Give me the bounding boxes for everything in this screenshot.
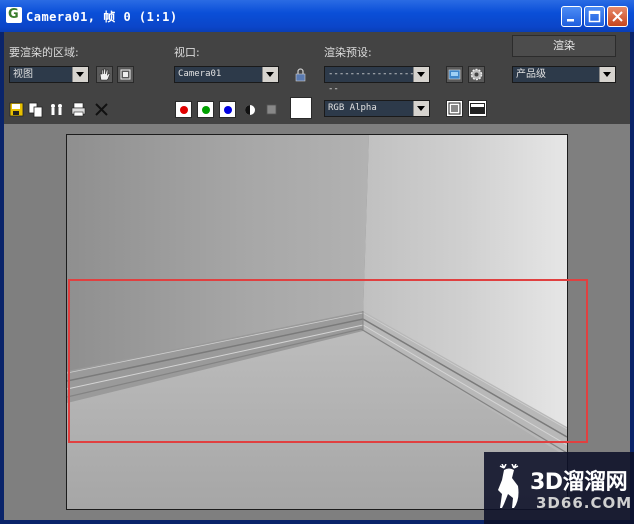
render-setup-button[interactable] <box>446 66 463 83</box>
close-button[interactable] <box>607 6 628 27</box>
area-to-render-dropdown[interactable]: 视图 <box>9 66 89 83</box>
green-channel-toggle[interactable] <box>197 101 214 118</box>
monochrome-icon[interactable] <box>264 102 280 118</box>
chevron-down-icon <box>599 67 615 82</box>
viewport-label: 视口: <box>174 46 200 59</box>
chevron-down-icon <box>72 67 88 82</box>
display-channel-dropdown[interactable]: RGB Alpha <box>324 100 430 117</box>
app-icon[interactable]: G <box>6 7 22 23</box>
red-channel-toggle[interactable] <box>175 101 192 118</box>
clear-close-icon[interactable] <box>94 102 110 118</box>
minimize-icon <box>567 19 574 22</box>
render-frame-window: G Camera01, 帧 0 (1:1) 要渲染的区域: 视图 视口: Cam… <box>0 0 634 524</box>
title-bar[interactable]: G Camera01, 帧 0 (1:1) <box>0 0 634 32</box>
render-toolbar: 要渲染的区域: 视图 视口: Camera01 渲染预设: ---------- <box>4 32 630 124</box>
clone-window-icon[interactable] <box>49 102 65 118</box>
toggle-ui-overlays-button[interactable] <box>446 100 463 117</box>
render-setup-icon <box>448 69 461 80</box>
auto-region-button[interactable] <box>117 66 134 83</box>
gear-icon <box>470 68 483 81</box>
maximize-icon <box>588 10 601 23</box>
lock-viewport-button[interactable] <box>292 66 309 83</box>
red-dot-icon <box>180 106 188 114</box>
pan-hand-button[interactable] <box>96 66 113 83</box>
selection-rectangle <box>68 279 588 443</box>
maximize-button[interactable] <box>584 6 605 27</box>
render-button[interactable]: 渲染 <box>512 35 616 57</box>
watermark-domain: 3D66.COM <box>536 494 633 512</box>
alpha-channel-icon[interactable] <box>242 102 258 118</box>
toggle-ui-button[interactable] <box>468 100 487 117</box>
lock-icon <box>295 68 306 82</box>
client-area: 要渲染的区域: 视图 视口: Camera01 渲染预设: ---------- <box>4 32 630 520</box>
chevron-down-icon <box>413 101 429 116</box>
green-dot-icon <box>202 106 210 114</box>
render-preset-label: 渲染预设: <box>324 46 372 59</box>
window-panel-icon <box>470 103 485 114</box>
overlay-icon <box>448 102 461 115</box>
background-color-swatch[interactable] <box>290 97 312 119</box>
viewport-dropdown[interactable]: Camera01 <box>174 66 279 83</box>
window-title: Camera01, 帧 0 (1:1) <box>26 10 178 24</box>
blue-dot-icon <box>224 106 232 114</box>
area-to-render-label: 要渲染的区域: <box>9 46 79 59</box>
hand-icon <box>99 68 111 81</box>
close-icon <box>612 11 623 22</box>
print-image-icon[interactable] <box>71 102 87 118</box>
deer-logo-icon <box>498 464 519 508</box>
chevron-down-icon <box>262 67 278 82</box>
render-quality-dropdown[interactable]: 产品级 <box>512 66 616 83</box>
minimize-button[interactable] <box>561 6 582 27</box>
watermark-brand: 3D溜溜网 <box>530 470 628 495</box>
watermark: 3D溜溜网 3D66.COM <box>484 452 634 524</box>
blue-channel-toggle[interactable] <box>219 101 236 118</box>
chevron-down-icon <box>413 67 429 82</box>
environment-effects-button[interactable] <box>468 66 485 83</box>
region-icon <box>120 69 131 80</box>
save-image-icon[interactable] <box>9 102 25 118</box>
render-preset-dropdown[interactable]: -------------------- <box>324 66 430 94</box>
copy-image-icon[interactable] <box>28 102 44 118</box>
